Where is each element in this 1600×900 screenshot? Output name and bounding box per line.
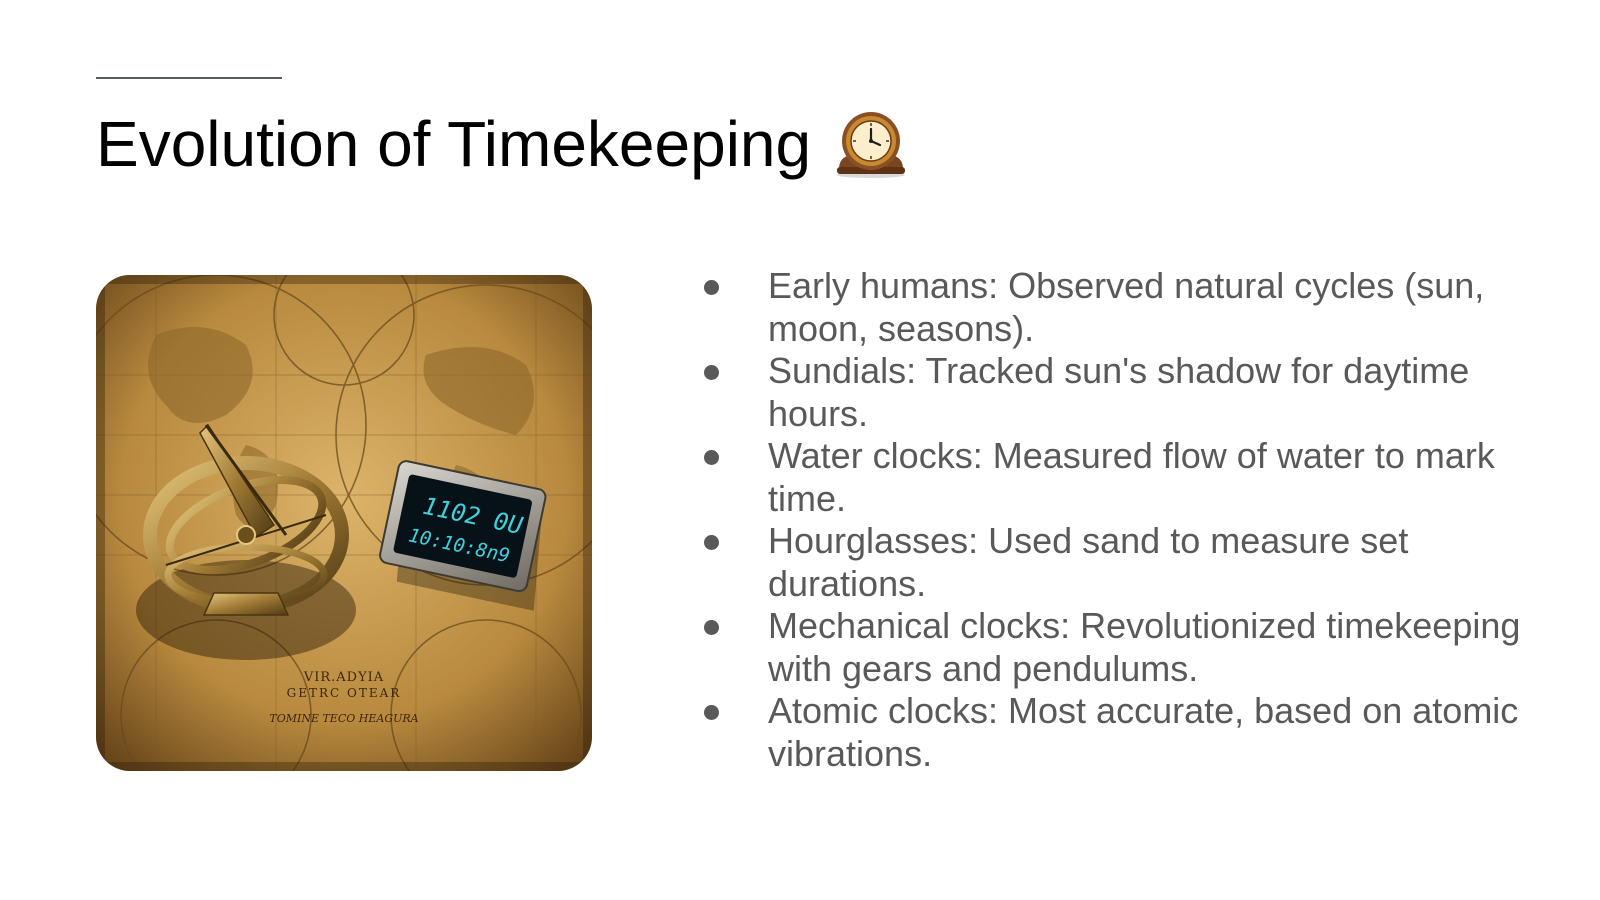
bullet-text: Mechanical clocks: Revolutionized timeke… bbox=[768, 605, 1521, 689]
slide-title-text: Evolution of Timekeeping bbox=[96, 108, 812, 180]
bullet-text: Sundials: Tracked sun's shadow for dayti… bbox=[768, 350, 1470, 434]
bullet-dot bbox=[704, 365, 719, 380]
list-item: Mechanical clocks: Revolutionized timeke… bbox=[700, 605, 1530, 690]
title-accent-line bbox=[96, 77, 282, 79]
list-item: Early humans: Observed natural cycles (s… bbox=[700, 265, 1530, 350]
bullet-dot bbox=[704, 705, 719, 720]
list-item: Atomic clocks: Most accurate, based on a… bbox=[700, 690, 1530, 775]
bullet-dot bbox=[704, 450, 719, 465]
list-item: Sundials: Tracked sun's shadow for dayti… bbox=[700, 350, 1530, 435]
bullet-text: Water clocks: Measured flow of water to … bbox=[768, 435, 1495, 519]
bullet-text: Atomic clocks: Most accurate, based on a… bbox=[768, 690, 1519, 774]
mantelpiece-clock-icon bbox=[833, 109, 909, 179]
map-lettering-line3: TOMINE TECO HEAGURA bbox=[269, 712, 418, 725]
slide-title: Evolution of Timekeeping bbox=[96, 104, 909, 184]
map-lettering-line2: GETRC OTEAR bbox=[287, 686, 402, 700]
map-lettering-line1: VIR.ADYIA bbox=[303, 670, 384, 685]
list-item: Water clocks: Measured flow of water to … bbox=[700, 435, 1530, 520]
bullet-text: Early humans: Observed natural cycles (s… bbox=[768, 265, 1485, 349]
bullet-list: Early humans: Observed natural cycles (s… bbox=[700, 265, 1530, 775]
bullet-text: Hourglasses: Used sand to measure set du… bbox=[768, 520, 1409, 604]
bullet-dot bbox=[704, 620, 719, 635]
bullet-dot bbox=[704, 280, 719, 295]
timekeeping-photo: 1102 0U 10:10:8n9 VIR.ADYIA GETRC OTEAR … bbox=[96, 275, 592, 771]
list-item: Hourglasses: Used sand to measure set du… bbox=[700, 520, 1530, 605]
bullet-dot bbox=[704, 535, 719, 550]
